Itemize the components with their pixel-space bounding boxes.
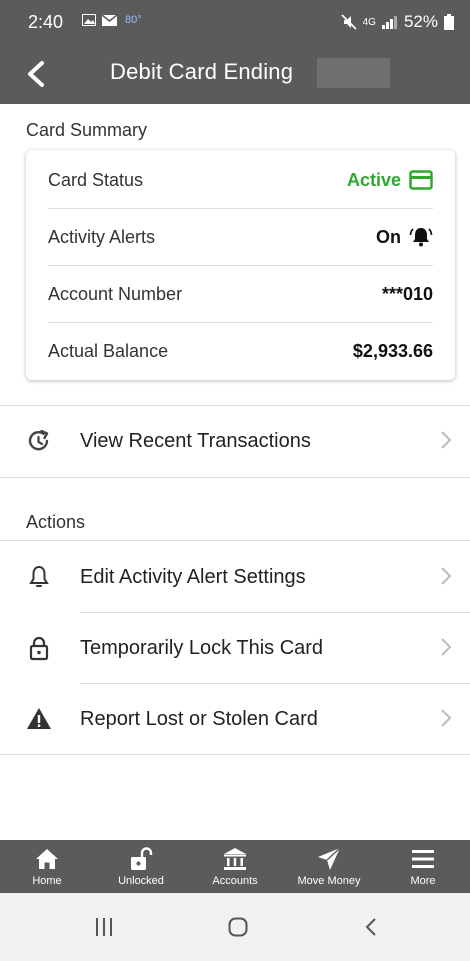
status-bar: 2:40 80° 4G 52% xyxy=(0,0,470,44)
nav-unlocked[interactable]: Unlocked xyxy=(94,840,188,893)
actual-balance-row: Actual Balance $2,933.66 xyxy=(48,323,433,380)
menu-icon xyxy=(412,850,434,868)
temporarily-lock-card-label: Temporarily Lock This Card xyxy=(80,637,324,659)
home-button-icon[interactable] xyxy=(228,917,248,937)
activity-alerts-label: Activity Alerts xyxy=(48,226,156,247)
view-recent-transactions-label: View Recent Transactions xyxy=(80,430,311,452)
card-status-value: Active xyxy=(346,169,401,190)
report-lost-stolen-row[interactable]: Report Lost or Stolen Card xyxy=(0,684,470,754)
lock-icon xyxy=(29,636,49,661)
nav-move-money-label: Move Money xyxy=(297,875,361,887)
edit-activity-alert-settings-row[interactable]: Edit Activity Alert Settings xyxy=(0,542,470,612)
redacted-card-number xyxy=(317,58,390,88)
card-summary-heading: Card Summary xyxy=(26,120,148,140)
account-number-value: ***010 xyxy=(381,283,433,304)
recent-apps-icon[interactable] xyxy=(95,917,113,937)
card-status-row: Card Status Active xyxy=(48,152,433,209)
history-icon xyxy=(28,429,49,451)
temporarily-lock-card-row[interactable]: Temporarily Lock This Card xyxy=(0,613,470,683)
home-icon xyxy=(36,849,58,869)
unlock-icon xyxy=(131,847,153,870)
network-icon: 4G xyxy=(362,16,376,28)
chevron-right-icon xyxy=(441,567,452,585)
nav-home[interactable]: Home xyxy=(0,840,94,893)
battery-icon xyxy=(444,14,454,30)
bottom-nav: Home Unlocked Accounts Move Money More xyxy=(0,840,470,893)
divider xyxy=(0,754,470,755)
divider xyxy=(0,477,470,478)
nav-accounts-label: Accounts xyxy=(212,875,258,887)
status-temperature: 80° xyxy=(125,14,142,26)
nav-more[interactable]: More xyxy=(376,840,470,893)
send-icon xyxy=(318,847,341,870)
system-back-icon[interactable] xyxy=(364,917,378,937)
warning-icon xyxy=(27,708,51,729)
bell-icon xyxy=(29,565,49,587)
chevron-right-icon xyxy=(441,638,452,656)
app-header: Debit Card Ending xyxy=(0,44,470,104)
nav-accounts[interactable]: Accounts xyxy=(188,840,282,893)
signal-icon xyxy=(381,16,397,29)
nav-unlocked-label: Unlocked xyxy=(118,875,164,887)
back-icon[interactable] xyxy=(22,58,52,90)
actions-heading: Actions xyxy=(26,512,86,532)
nav-home-label: Home xyxy=(32,875,62,887)
actual-balance-value: $2,933.66 xyxy=(352,341,433,361)
view-recent-transactions-row[interactable]: View Recent Transactions xyxy=(0,406,470,476)
nav-more-label: More xyxy=(410,875,436,887)
actual-balance-label: Actual Balance xyxy=(48,341,169,361)
divider xyxy=(0,540,470,541)
status-time: 2:40 xyxy=(28,12,64,32)
chevron-right-icon xyxy=(441,709,452,727)
card-status-label: Card Status xyxy=(48,169,144,190)
account-number-label: Account Number xyxy=(48,283,183,304)
activity-alerts-row: Activity Alerts On xyxy=(48,209,433,266)
account-number-row: Account Number ***010 xyxy=(48,266,433,323)
chevron-right-icon xyxy=(441,431,452,449)
edit-activity-alert-settings-label: Edit Activity Alert Settings xyxy=(80,566,306,588)
activity-alerts-value: On xyxy=(376,226,401,247)
credit-card-icon xyxy=(409,170,433,190)
gallery-icon xyxy=(82,14,96,26)
report-lost-stolen-label: Report Lost or Stolen Card xyxy=(80,708,318,730)
card-summary-panel: Card Status Active Activity Alerts On Ac… xyxy=(26,150,455,380)
page-title: Debit Card Ending xyxy=(110,59,294,84)
bell-ringing-icon xyxy=(409,228,433,247)
bank-icon xyxy=(224,848,246,870)
battery-percent: 52% xyxy=(403,12,438,31)
mail-icon xyxy=(102,14,117,26)
mute-icon xyxy=(341,14,357,30)
nav-move-money[interactable]: Move Money xyxy=(282,840,376,893)
system-nav-bar xyxy=(0,893,470,961)
